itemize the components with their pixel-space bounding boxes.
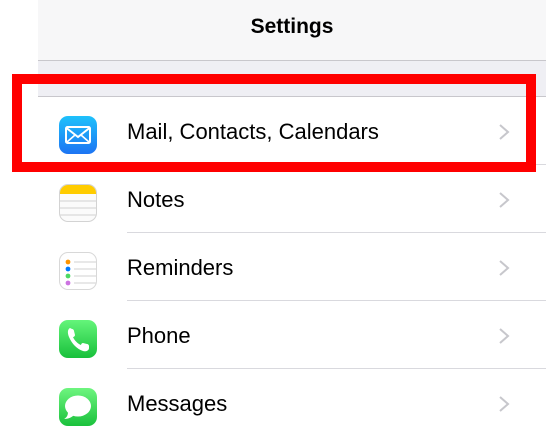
settings-row-notes[interactable]: Notes [38,165,546,233]
settings-row-mail-contacts-calendars[interactable]: Mail, Contacts, Calendars [38,97,546,165]
settings-list: Mail, Contacts, Calendars Notes Reminder… [38,96,546,437]
notes-icon [59,184,97,222]
phone-icon [59,320,97,358]
settings-row-label: Phone [127,323,191,348]
chevron-right-icon [499,260,510,276]
settings-row-messages[interactable]: Messages [38,369,546,437]
settings-row-reminders[interactable]: Reminders [38,233,546,301]
messages-icon [59,388,97,426]
settings-row-label: Notes [127,187,185,212]
navigation-bar: Settings [38,0,546,61]
chevron-right-icon [499,124,510,140]
settings-row-label: Reminders [127,255,234,280]
settings-row-label: Mail, Contacts, Calendars [127,119,379,144]
chevron-right-icon [499,192,510,208]
settings-row-label: Messages [127,391,228,416]
chevron-right-icon [499,328,510,344]
reminders-icon [59,252,97,290]
settings-screen: Settings Mail, Contacts, Calendars Notes… [38,0,546,437]
page-title: Settings [250,15,334,38]
mail-icon [59,116,97,154]
chevron-right-icon [499,396,510,412]
settings-row-phone[interactable]: Phone [38,301,546,369]
